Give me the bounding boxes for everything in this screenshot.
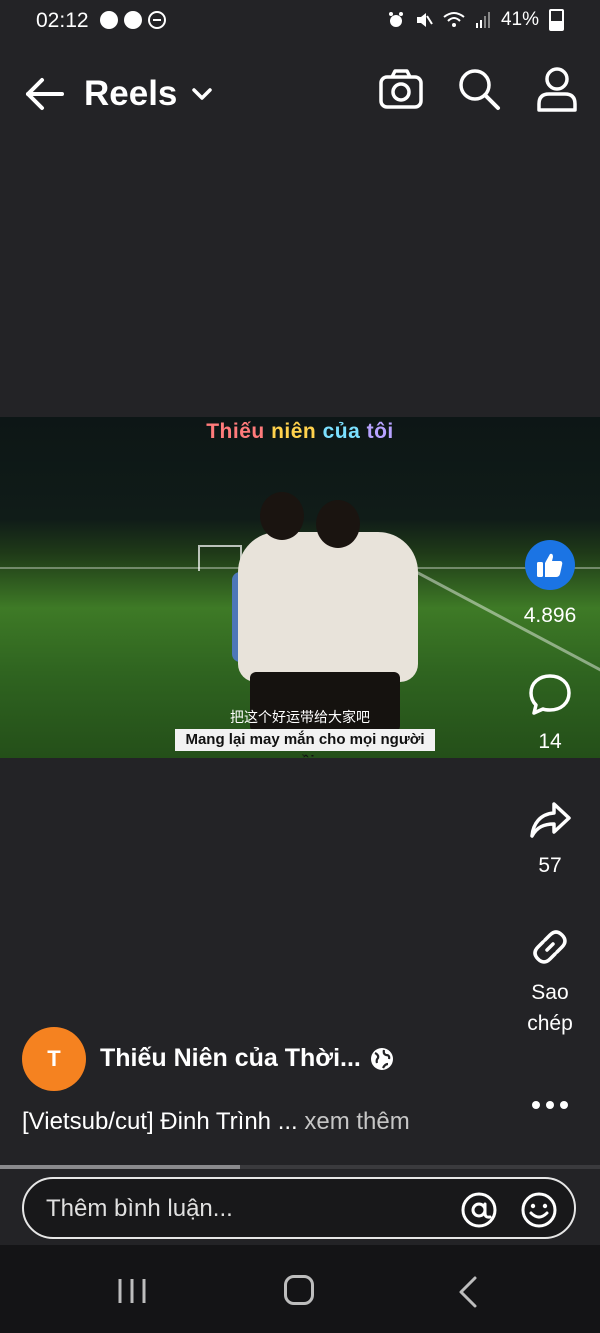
comment-placeholder: Thêm bình luận... <box>46 1195 233 1222</box>
do-not-disturb-icon <box>148 11 166 29</box>
status-notification-icons <box>100 11 166 29</box>
caption[interactable]: [Vietsub/cut] Đinh Trình ... xem thêm <box>22 1108 410 1136</box>
thumbs-up-glyph <box>537 553 563 577</box>
video-progress-fill <box>0 1165 240 1169</box>
like-icon <box>525 540 575 590</box>
profile-icon[interactable] <box>536 66 578 112</box>
camera-icon[interactable] <box>378 68 424 110</box>
player-shirts <box>238 532 418 682</box>
overlay-title-word: niên <box>271 420 323 443</box>
overlay-title-word: của <box>322 420 367 443</box>
system-nav-bar <box>0 1245 600 1333</box>
caption-text: [Vietsub/cut] Đinh Trình ... <box>22 1108 305 1135</box>
comment-count: 14 <box>538 730 562 753</box>
comment-button[interactable]: 14 <box>510 672 590 754</box>
status-right: 41% <box>387 9 564 31</box>
wifi-icon <box>443 12 465 27</box>
avatar-letter: T <box>47 1046 61 1071</box>
status-time: 02:12 <box>36 9 89 32</box>
share-count: 57 <box>538 854 562 877</box>
overlay-title-word: Thiếu <box>206 420 272 443</box>
at-icon[interactable] <box>460 1191 498 1229</box>
like-button[interactable]: 4.896 <box>510 540 590 628</box>
subtitle-vietnamese: Mang lại may mắn cho mọi người rồi <box>175 729 435 758</box>
copy-link-label: Sao chép <box>527 977 573 1039</box>
more-icon[interactable] <box>528 1093 572 1117</box>
player-head <box>260 492 304 540</box>
status-bar: 02:12 41% <box>0 0 600 44</box>
overlay-title-word: tôi <box>366 420 394 443</box>
copy-link-button[interactable]: Sao chép <box>510 925 590 1039</box>
reels-header: Reels <box>0 60 600 130</box>
messenger-icon <box>124 11 142 29</box>
author-name[interactable]: Thiếu Niên của Thời... <box>100 1044 361 1073</box>
comment-icon <box>529 674 571 715</box>
avatar[interactable]: T <box>22 1027 86 1091</box>
search-icon[interactable] <box>456 66 502 112</box>
recent-apps-icon[interactable] <box>116 1277 148 1305</box>
share-button[interactable]: 57 <box>510 800 590 878</box>
battery-percent: 41% <box>500 9 539 30</box>
page-title[interactable]: Reels <box>84 74 177 114</box>
signal-icon <box>475 12 490 28</box>
mute-icon <box>416 13 433 27</box>
link-icon <box>533 930 567 964</box>
copy-label-line: chép <box>527 1012 573 1035</box>
see-more-link[interactable]: xem thêm <box>304 1108 409 1135</box>
back-nav-icon[interactable] <box>456 1275 480 1309</box>
globe-icon <box>371 1048 393 1070</box>
messenger-icon <box>100 11 118 29</box>
comment-input[interactable]: Thêm bình luận... <box>22 1177 576 1239</box>
video-overlay-title: Thiếu niên của tôi <box>0 420 600 444</box>
alarm-icon <box>388 12 403 27</box>
chevron-down-icon[interactable] <box>190 82 214 106</box>
smile-icon[interactable] <box>520 1191 558 1229</box>
player-head <box>316 500 360 548</box>
battery-icon <box>549 9 564 31</box>
video-progress-bar[interactable] <box>0 1165 600 1169</box>
home-icon[interactable] <box>284 1275 314 1305</box>
arrow-left-icon[interactable] <box>22 76 66 112</box>
copy-label-line: Sao <box>531 981 569 1004</box>
like-count: 4.896 <box>523 604 577 627</box>
share-icon <box>530 802 571 838</box>
